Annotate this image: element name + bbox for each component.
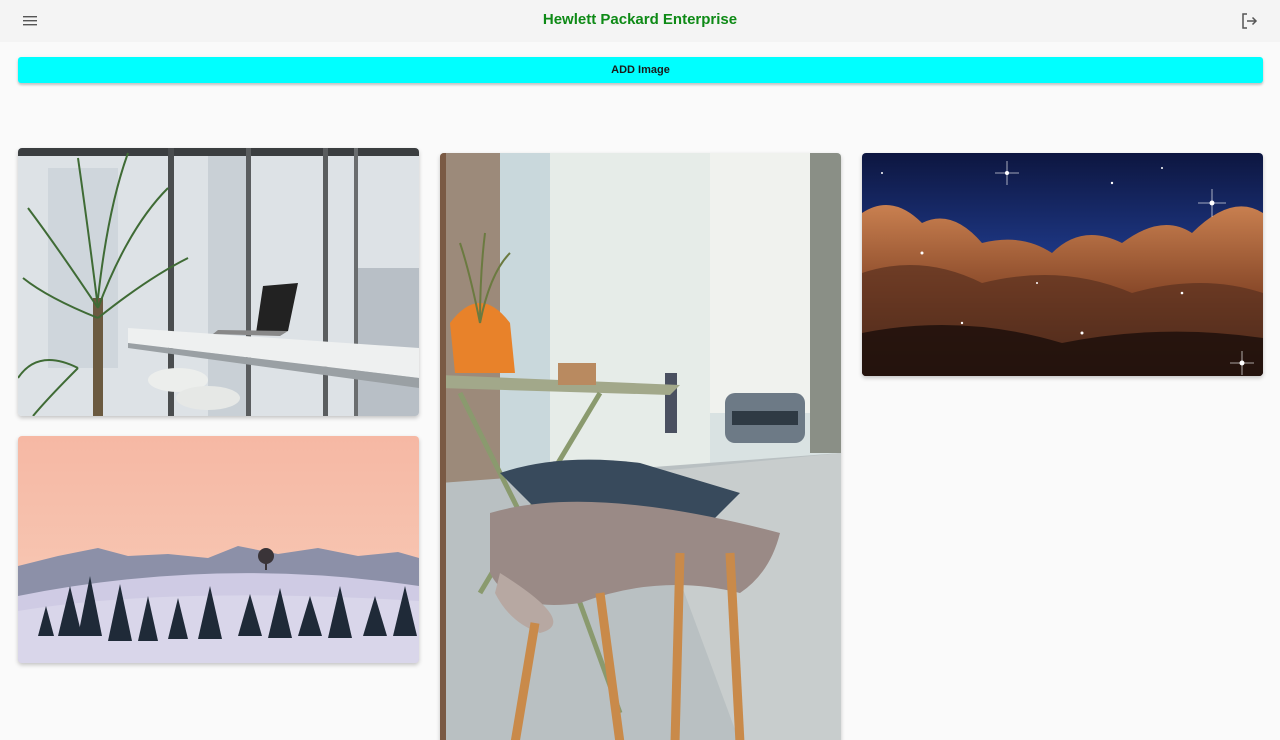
gallery-image-street[interactable] — [440, 153, 841, 740]
gallery-image-office[interactable] — [18, 148, 419, 416]
logout-icon[interactable] — [1238, 10, 1260, 32]
gallery-image-space[interactable] — [862, 153, 1263, 376]
gallery-image-winter[interactable] — [18, 436, 419, 663]
top-app-bar: Hewlett Packard Enterprise — [0, 0, 1280, 42]
app-title: Hewlett Packard Enterprise — [542, 11, 738, 28]
add-image-button[interactable]: ADD Image — [18, 57, 1263, 83]
